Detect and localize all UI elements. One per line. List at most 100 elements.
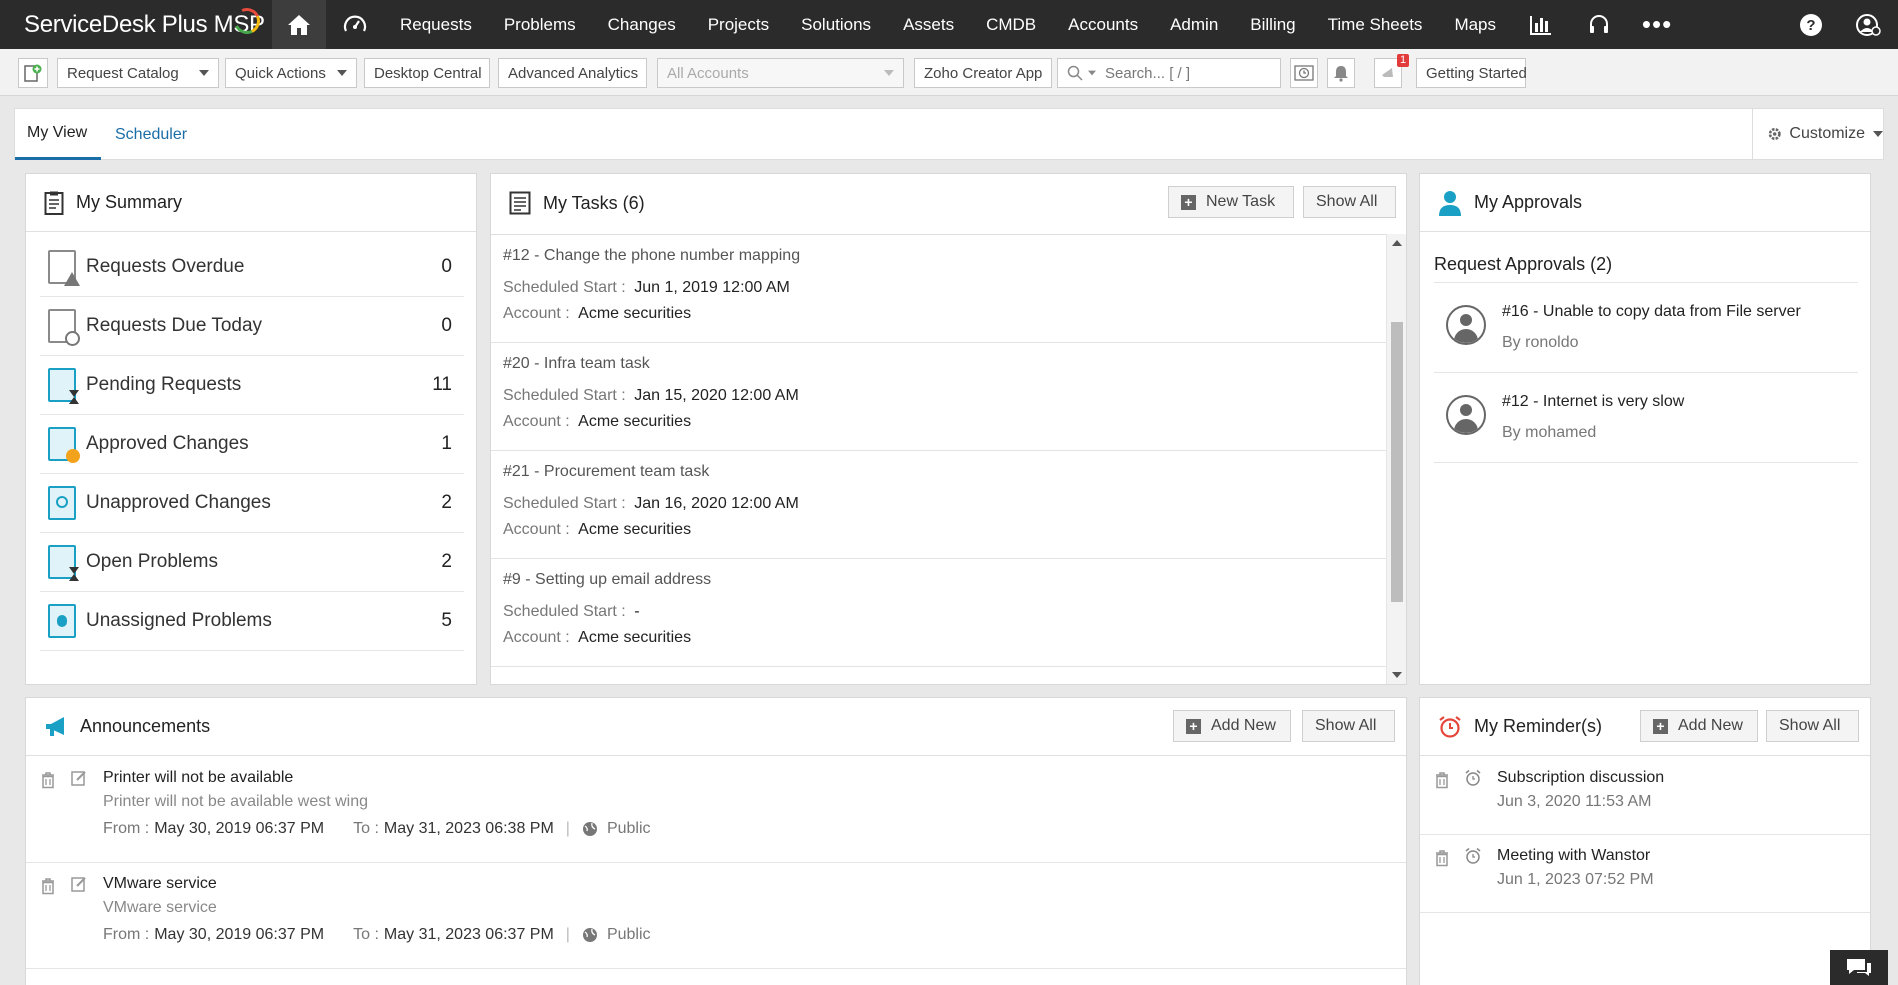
reports-button[interactable]: [1512, 0, 1570, 49]
task-item[interactable]: #9 - Setting up email address Scheduled …: [491, 559, 1386, 667]
task-title[interactable]: #20 - Infra team task: [503, 355, 650, 373]
summary-header: My Summary: [26, 174, 476, 232]
quick-actions-dropdown[interactable]: Quick Actions: [225, 58, 357, 88]
new-task-button[interactable]: + New Task: [1168, 186, 1294, 218]
summary-row-pending-requests[interactable]: Pending Requests 11: [40, 356, 464, 415]
approval-item[interactable]: #16 - Unable to copy data from File serv…: [1434, 283, 1858, 373]
scroll-down-icon[interactable]: [1392, 672, 1402, 678]
customize-button[interactable]: Customize: [1752, 109, 1883, 159]
getting-started-button[interactable]: Getting Started: [1416, 58, 1527, 88]
nav-assets[interactable]: Assets: [887, 0, 970, 49]
task-item[interactable]: #21 - Procurement team task Scheduled St…: [491, 451, 1386, 559]
nav-requests[interactable]: Requests: [384, 0, 488, 49]
task-title[interactable]: #21 - Procurement team task: [503, 463, 709, 481]
history-icon: [1294, 65, 1314, 81]
announcement-title[interactable]: Printer will not be available: [103, 769, 293, 787]
summary-row-unassigned-problems[interactable]: Unassigned Problems 5: [40, 592, 464, 651]
request-catalog-dropdown[interactable]: Request Catalog: [57, 58, 219, 88]
reminder-title[interactable]: Meeting with Wanstor: [1497, 847, 1650, 865]
summary-row-open-problems[interactable]: Open Problems 2: [40, 533, 464, 592]
summary-count[interactable]: 2: [441, 551, 452, 573]
scroll-up-icon[interactable]: [1392, 240, 1402, 246]
add-announcement-button[interactable]: + Add New: [1173, 710, 1291, 742]
chat-bubble-icon: [1847, 958, 1871, 976]
search-icon: [1067, 65, 1083, 81]
trash-icon[interactable]: [40, 771, 56, 789]
announcement-title[interactable]: VMware service: [103, 875, 217, 893]
approval-item[interactable]: #12 - Internet is very slow By mohamed: [1434, 373, 1858, 463]
summary-count[interactable]: 0: [441, 256, 452, 278]
task-item[interactable]: #20 - Infra team task Scheduled Start : …: [491, 343, 1386, 451]
announcements-show-all-button[interactable]: Show All: [1302, 710, 1395, 742]
approval-title[interactable]: #12 - Internet is very slow: [1502, 393, 1684, 411]
chat-button[interactable]: [1830, 950, 1888, 985]
new-task-label: New Task: [1206, 193, 1276, 210]
edit-icon[interactable]: [71, 875, 87, 893]
announcements-title: Announcements: [80, 716, 211, 736]
tab-my-view[interactable]: My View: [15, 109, 101, 160]
task-item[interactable]: #12 - Change the phone number mapping Sc…: [491, 235, 1386, 343]
announcement-alert-button[interactable]: 1: [1374, 54, 1410, 88]
app-name: ServiceDesk Plus MSP: [24, 10, 265, 38]
nav-projects[interactable]: Projects: [692, 0, 785, 49]
reminders-show-all-button[interactable]: Show All: [1766, 710, 1859, 742]
approval-title[interactable]: #16 - Unable to copy data from File serv…: [1502, 303, 1801, 321]
zoho-creator-button[interactable]: Zoho Creator App: [914, 58, 1052, 88]
home-button[interactable]: [272, 0, 326, 49]
reminder-title[interactable]: Subscription discussion: [1497, 769, 1664, 787]
add-reminder-button[interactable]: + Add New: [1640, 710, 1758, 742]
trash-icon[interactable]: [1434, 771, 1450, 789]
summary-count[interactable]: 0: [441, 315, 452, 337]
nav-accounts[interactable]: Accounts: [1052, 0, 1154, 49]
summary-count[interactable]: 5: [441, 610, 452, 632]
help-button[interactable]: ?: [1782, 0, 1840, 49]
trash-icon[interactable]: [40, 877, 56, 895]
nav-solutions[interactable]: Solutions: [785, 0, 887, 49]
tab-scheduler[interactable]: Scheduler: [103, 109, 199, 160]
nav-time-sheets[interactable]: Time Sheets: [1312, 0, 1439, 49]
trash-icon[interactable]: [1434, 849, 1450, 867]
nav-admin[interactable]: Admin: [1154, 0, 1234, 49]
app-logo[interactable]: ServiceDesk Plus MSP: [0, 0, 272, 49]
nav-cmdb[interactable]: CMDB: [970, 0, 1052, 49]
support-button[interactable]: [1570, 0, 1628, 49]
user-profile-button[interactable]: [1840, 0, 1898, 49]
announcement-item[interactable]: Printer will not be available Printer wi…: [26, 757, 1406, 863]
announcement-description: Printer will not be available west wing: [103, 793, 369, 810]
nav-maps[interactable]: Maps: [1438, 0, 1512, 49]
new-request-button[interactable]: [18, 58, 48, 88]
tasks-scrollbar[interactable]: [1386, 234, 1406, 684]
summary-row-requests-overdue[interactable]: Requests Overdue 0: [40, 238, 464, 297]
nav-billing[interactable]: Billing: [1234, 0, 1311, 49]
accounts-select[interactable]: All Accounts: [657, 58, 904, 88]
nav-changes[interactable]: Changes: [592, 0, 692, 49]
search-input[interactable]: Search... [ / ]: [1105, 65, 1190, 82]
dashboard-button[interactable]: [326, 0, 384, 49]
task-title[interactable]: #12 - Change the phone number mapping: [503, 247, 800, 265]
announcement-item[interactable]: VMware service VMware service From : May …: [26, 863, 1406, 969]
search-box[interactable]: Search... [ / ]: [1057, 58, 1281, 88]
nav-problems[interactable]: Problems: [488, 0, 592, 49]
desktop-central-button[interactable]: Desktop Central: [364, 58, 490, 88]
advanced-analytics-button[interactable]: Advanced Analytics: [498, 58, 647, 88]
add-new-label: Add New: [1211, 717, 1276, 734]
summary-row-unapproved-changes[interactable]: Unapproved Changes 2: [40, 474, 464, 533]
summary-count[interactable]: 1: [441, 433, 452, 455]
more-button[interactable]: •••: [1628, 0, 1686, 49]
summary-row-requests-due-today[interactable]: Requests Due Today 0: [40, 297, 464, 356]
reminder-item[interactable]: Meeting with Wanstor Jun 1, 2023 07:52 P…: [1420, 835, 1870, 913]
notifications-button[interactable]: [1327, 58, 1355, 88]
summary-count[interactable]: 2: [441, 492, 452, 514]
plus-icon: +: [1186, 718, 1201, 734]
edit-icon[interactable]: [71, 769, 87, 787]
scrollbar-thumb[interactable]: [1391, 322, 1403, 602]
scheduled-start-value: Jun 1, 2019 12:00 AM: [634, 279, 790, 296]
task-title[interactable]: #9 - Setting up email address: [503, 571, 711, 589]
announcement-description: VMware service: [103, 899, 217, 916]
reminder-item[interactable]: Subscription discussion Jun 3, 2020 11:5…: [1420, 757, 1870, 835]
tasks-show-all-button[interactable]: Show All: [1303, 186, 1396, 218]
summary-count[interactable]: 11: [432, 374, 452, 396]
history-button[interactable]: [1290, 58, 1318, 88]
summary-row-approved-changes[interactable]: Approved Changes 1: [40, 415, 464, 474]
headset-icon: [1590, 14, 1609, 33]
